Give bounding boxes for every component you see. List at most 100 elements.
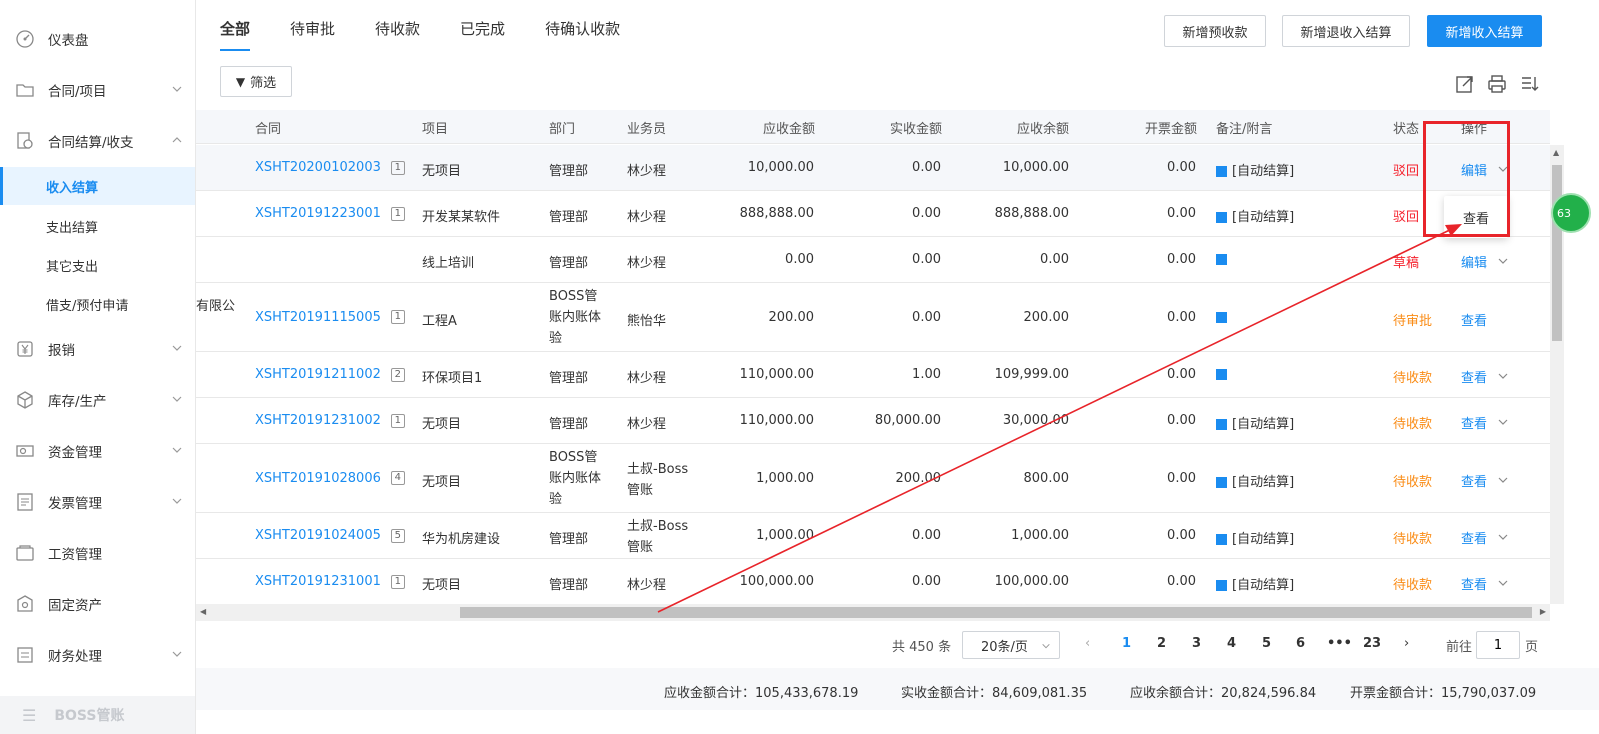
horizontal-scrollbar[interactable]: ◀ ▶	[196, 604, 1550, 621]
action-chevron-icon[interactable]	[1497, 416, 1509, 428]
status-text: 待收款	[1393, 371, 1433, 386]
sidebar-item-dashboard[interactable]: 仪表盘	[0, 19, 195, 59]
tab-pending-payment[interactable]: 待收款	[375, 18, 420, 51]
action-chevron-icon[interactable]	[1497, 577, 1509, 589]
sidebar-subitem-advance[interactable]: 借支/预付申请	[0, 285, 195, 323]
print-icon[interactable]	[1487, 74, 1507, 94]
sidebar-item-finance[interactable]: 财务处理	[0, 635, 195, 675]
sort-columns-icon[interactable]	[1520, 74, 1540, 94]
export-icon[interactable]	[1455, 74, 1475, 94]
sum-balance: 应收余额合计：20,824,596.84	[1130, 686, 1317, 701]
new-refund-button[interactable]: 新增退收入结算	[1282, 15, 1410, 47]
receivable-cell: 0.00	[785, 252, 814, 267]
status-text: 驳回	[1393, 164, 1420, 179]
col-invoiced: 开票金额	[1145, 122, 1198, 137]
col-project: 项目	[422, 122, 449, 137]
note-marker-icon	[1216, 419, 1227, 430]
sidebar-item-reimburse[interactable]: 报销	[0, 329, 195, 369]
scroll-left-icon[interactable]: ◀	[200, 607, 206, 616]
table-row[interactable]: 线上培训 管理部 林少程 0.00 0.00 0.00 0.00 草稿 编辑	[196, 237, 1550, 283]
tab-pending-confirm[interactable]: 待确认收款	[545, 18, 620, 51]
balance-cell: 0.00	[1040, 252, 1069, 267]
col-receivable: 应收金额	[763, 122, 816, 137]
sidebar-item-settlement[interactable]: 合同结算/收支	[0, 121, 195, 161]
new-income-button[interactable]: 新增收入结算	[1427, 15, 1542, 47]
contract-link[interactable]: XSHT20191028006 4	[255, 471, 405, 486]
dept-cell: 管理部	[549, 256, 589, 271]
staff-cell: 林少程	[627, 578, 667, 593]
sidebar-subitem-other[interactable]: 其它支出	[0, 246, 195, 284]
contract-link[interactable]: XSHT20191024005 5	[255, 528, 405, 543]
table-row[interactable]: XSHT20191211002 2 环保项目1 管理部 林少程 110,000.00 1.0…	[196, 352, 1550, 398]
action-link[interactable]: 查看	[1461, 528, 1487, 547]
folder-icon	[14, 79, 36, 101]
staff-cell: 土叔-Boss管账	[627, 461, 689, 498]
contract-link[interactable]: XSHT20191223001 1	[255, 206, 405, 221]
action-chevron-icon[interactable]	[1497, 474, 1509, 486]
page-23[interactable]: 23	[1363, 636, 1381, 651]
contract-link[interactable]: XSHT20191211002 2	[255, 367, 405, 382]
table-row[interactable]: XSHT20191231001 1 无项目 管理部 林少程 100,000.00 0.00 1…	[196, 559, 1550, 604]
scroll-right-icon[interactable]: ▶	[1540, 607, 1546, 616]
action-link[interactable]: 查看	[1461, 574, 1487, 593]
action-link[interactable]: 查看	[1461, 413, 1487, 432]
project-cell: 环保项目1	[422, 371, 483, 386]
sum-invoiced: 开票金额合计：15,790,037.09	[1350, 686, 1537, 701]
sidebar-subitem-expense[interactable]: 支出结算	[0, 207, 195, 245]
goto-page-input[interactable]	[1476, 631, 1520, 659]
sidebar-item-contracts[interactable]: 合同/项目	[0, 70, 195, 110]
project-cell: 无项目	[422, 164, 462, 179]
sidebar-footer[interactable]: ☰ BOSS管账	[0, 696, 195, 734]
page-3[interactable]: 3	[1192, 636, 1201, 651]
contract-number: XSHT20191211002	[255, 367, 381, 382]
action-link[interactable]: 查看	[1461, 367, 1487, 386]
page-2[interactable]: 2	[1157, 636, 1166, 651]
income-table: 合同 项目 部门 业务员 应收金额 实收金额 应收余额 开票金额 备注/附言 状…	[196, 110, 1550, 604]
sidebar-item-inventory[interactable]: 库存/生产	[0, 380, 195, 420]
page-size-select[interactable]: 20条/页	[962, 631, 1060, 659]
contract-link[interactable]: XSHT20191231002 1	[255, 413, 405, 428]
page-ellipsis[interactable]: •••	[1327, 636, 1352, 651]
note-text: [自动结算]	[1232, 417, 1295, 432]
table-row[interactable]: XSHT20200102003 1 无项目 管理部 林少程 10,000.00 0.00 10…	[196, 145, 1550, 191]
table-row[interactable]: 有限公 XSHT20191115005 1 工程A BOSS管账内账体验 熊怡华 200.0…	[196, 283, 1550, 352]
action-chevron-icon[interactable]	[1497, 255, 1509, 267]
next-page-icon[interactable]: ›	[1404, 636, 1409, 651]
sidebar-item-assets[interactable]: 固定资产	[0, 584, 195, 624]
contract-link[interactable]: XSHT20191115005 1	[255, 310, 405, 325]
tab-pending-approval[interactable]: 待审批	[290, 18, 335, 51]
floating-badge[interactable]: 63	[1551, 193, 1591, 233]
sidebar-item-invoice[interactable]: 发票管理	[0, 482, 195, 522]
action-link[interactable]: 查看	[1461, 471, 1487, 490]
action-link[interactable]: 编辑	[1461, 252, 1487, 271]
chevron-down-icon	[172, 345, 182, 351]
sidebar-item-funds[interactable]: 资金管理	[0, 431, 195, 471]
new-prepay-button[interactable]: 新增预收款	[1164, 15, 1266, 47]
contract-link[interactable]: XSHT20191231001 1	[255, 574, 405, 589]
table-row[interactable]: XSHT20191028006 4 无项目 BOSS管账内账体验 土叔-Boss管账 1,…	[196, 444, 1550, 513]
scroll-up-icon[interactable]: ▲	[1553, 148, 1559, 157]
page-6[interactable]: 6	[1296, 636, 1305, 651]
note-text: [自动结算]	[1232, 532, 1295, 547]
table-row[interactable]: XSHT20191231002 1 无项目 管理部 林少程 110,000.00 80,00…	[196, 398, 1550, 444]
action-link[interactable]: 查看	[1461, 310, 1487, 329]
page-4[interactable]: 4	[1227, 636, 1236, 651]
prev-page-icon[interactable]: ‹	[1085, 636, 1090, 651]
horizontal-scroll-thumb[interactable]	[460, 607, 1532, 618]
sidebar-item-salary[interactable]: 工资管理	[0, 533, 195, 573]
sidebar-subitem-income[interactable]: 收入结算	[0, 167, 195, 205]
received-cell: 0.00	[912, 160, 941, 175]
tab-all[interactable]: 全部	[220, 18, 251, 51]
page-5[interactable]: 5	[1262, 636, 1271, 651]
contract-link[interactable]: XSHT20200102003 1	[255, 160, 405, 175]
filter-label: 筛选	[250, 76, 277, 91]
action-chevron-icon[interactable]	[1497, 531, 1509, 543]
table-row[interactable]: XSHT20191024005 5 华为机房建设 管理部 土叔-Boss管账 1,000.…	[196, 513, 1550, 559]
action-chevron-icon[interactable]	[1497, 370, 1509, 382]
tab-completed[interactable]: 已完成	[460, 18, 505, 51]
balance-cell: 200.00	[1023, 309, 1070, 325]
vertical-scroll-thumb[interactable]	[1552, 165, 1562, 341]
table-row[interactable]: XSHT20191223001 1 开发某某软件 管理部 林少程 888,888.00 0.…	[196, 191, 1550, 237]
filter-button[interactable]: ▼ 筛选	[220, 66, 292, 97]
page-1[interactable]: 1	[1122, 636, 1131, 651]
